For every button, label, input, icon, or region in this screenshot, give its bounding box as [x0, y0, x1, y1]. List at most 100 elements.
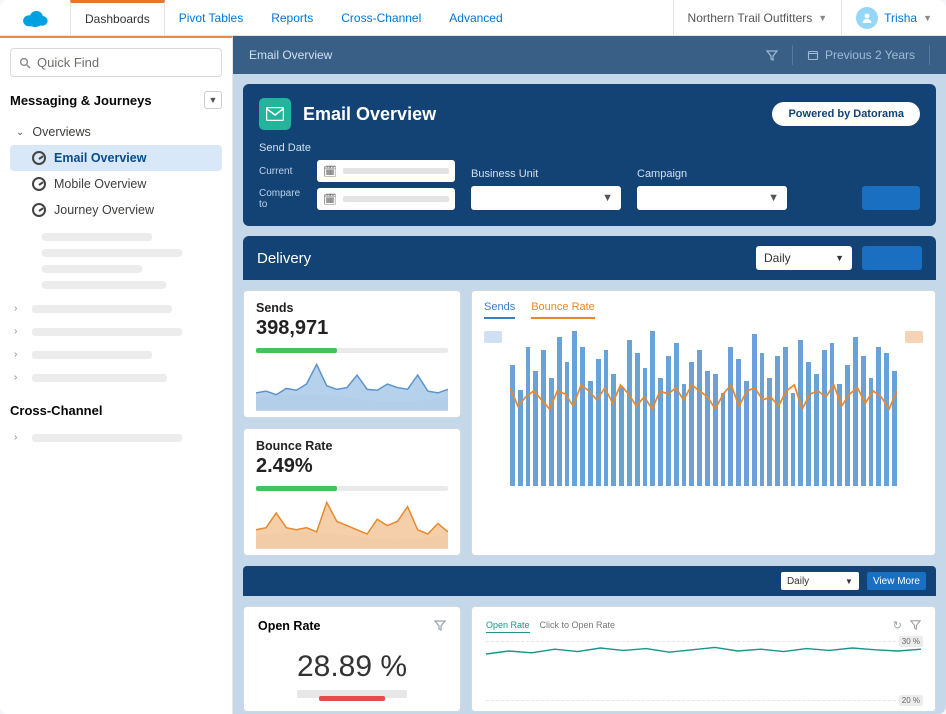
chevron-down-icon: ▼	[923, 13, 932, 23]
quick-find-input[interactable]: Quick Find	[10, 48, 222, 77]
chevron-down-icon: ▼	[845, 577, 853, 586]
card-value: 2.49%	[256, 455, 448, 478]
sidebar: Quick Find Messaging & Journeys ▼ ⌄ Over…	[0, 36, 233, 714]
sidebar-item-placeholder[interactable]: ›	[10, 366, 222, 389]
bar	[728, 347, 733, 487]
apply-filters-button[interactable]	[862, 186, 920, 210]
campaign-select[interactable]: ▼	[637, 186, 787, 210]
date-range-picker[interactable]: Previous 2 Years	[807, 48, 915, 62]
bar	[557, 337, 562, 486]
axis-label-bottom: 20 %	[899, 695, 923, 706]
bar	[713, 374, 718, 486]
sidebar-item-placeholder[interactable]: ›	[10, 297, 222, 320]
bar	[775, 356, 780, 486]
breadcrumb-bar: Email Overview Previous 2 Years	[233, 36, 946, 74]
filter-button[interactable]	[766, 49, 778, 61]
bar	[837, 384, 842, 486]
chevron-down-icon: ▼	[835, 253, 844, 263]
filter-label-business-unit: Business Unit	[471, 168, 621, 180]
filter-icon[interactable]	[910, 619, 921, 633]
tab-dashboards[interactable]: Dashboards	[70, 0, 165, 35]
divider	[792, 45, 793, 65]
axis-label-top: 30 %	[899, 636, 923, 647]
calendar-icon	[807, 49, 819, 61]
card-value: 398,971	[256, 317, 448, 340]
filter-icon[interactable]	[434, 619, 446, 634]
legend-open-rate: Open Rate	[486, 620, 530, 633]
delivery-chart-card: Sends Bounce Rate	[471, 290, 936, 556]
filter-sublabel-compare: Compare to	[259, 188, 311, 210]
bar	[689, 362, 694, 486]
tab-reports[interactable]: Reports	[257, 0, 327, 35]
sidebar-item-placeholder[interactable]: ›	[10, 320, 222, 343]
main-panel: Email Overview Previous 2 Years	[233, 36, 946, 714]
bar	[604, 350, 609, 486]
sidebar-item-placeholder[interactable]: ›	[10, 343, 222, 366]
section-menu-button[interactable]: ▼	[204, 91, 222, 109]
tab-advanced[interactable]: Advanced	[435, 0, 516, 35]
send-date-compare-input[interactable]: 🗓	[317, 188, 455, 210]
gauge-icon	[32, 203, 46, 217]
bar	[526, 347, 531, 487]
delivery-action-button[interactable]	[862, 246, 922, 270]
refresh-icon[interactable]: ↻	[893, 619, 902, 633]
chevron-down-icon: ⌄	[16, 127, 24, 138]
progress-bar	[256, 348, 448, 353]
bar	[822, 350, 827, 486]
sidebar-item-email-overview[interactable]: Email Overview	[10, 145, 222, 171]
send-date-current-input[interactable]: 🗓	[317, 160, 455, 182]
axis-badge-bounce	[905, 331, 923, 343]
bar	[682, 384, 687, 486]
bar	[767, 378, 772, 487]
bar	[565, 362, 570, 486]
content-scroll[interactable]: Email Overview Powered by Datorama Send …	[233, 74, 946, 714]
bar	[674, 343, 679, 486]
user-name: Trisha	[884, 11, 917, 25]
legend-sends: Sends	[484, 301, 515, 319]
delivery-legend: Sends Bounce Rate	[484, 301, 923, 319]
gauge-icon	[32, 151, 46, 165]
bar	[791, 393, 796, 486]
tab-pivot-tables[interactable]: Pivot Tables	[165, 0, 257, 35]
open-section-header: Daily ▼ View More	[243, 566, 936, 596]
bar	[596, 359, 601, 486]
sidebar-item-label: Overviews	[32, 125, 90, 139]
bar	[806, 362, 811, 486]
org-name: Northern Trail Outfitters	[688, 11, 813, 25]
sidebar-item-placeholder[interactable]: ›	[10, 426, 222, 449]
org-picker[interactable]: Northern Trail Outfitters ▼	[673, 0, 842, 35]
bar	[510, 365, 515, 486]
quick-find-placeholder: Quick Find	[37, 55, 99, 70]
sidebar-item-mobile-overview[interactable]: Mobile Overview	[10, 171, 222, 197]
open-rate-value: 28.89 %	[297, 650, 407, 684]
calendar-icon: 🗓	[323, 193, 337, 206]
bounce-sparkline	[256, 497, 448, 549]
sidebar-item-overviews[interactable]: ⌄ Overviews	[10, 119, 222, 145]
sends-card: Sends 398,971	[243, 290, 461, 418]
delivery-interval-select[interactable]: Daily ▼	[756, 246, 852, 270]
open-interval-select[interactable]: Daily ▼	[781, 572, 859, 590]
skeleton-line	[42, 233, 152, 241]
divider	[929, 45, 930, 65]
filter-sublabel-current: Current	[259, 166, 311, 177]
email-icon	[259, 98, 291, 130]
business-unit-select[interactable]: ▼	[471, 186, 621, 210]
sidebar-item-journey-overview[interactable]: Journey Overview	[10, 197, 222, 223]
sidebar-item-label: Mobile Overview	[54, 177, 146, 191]
chevron-down-icon: ▼	[768, 192, 779, 204]
hero-filters: Send Date Current 🗓 Compare to 🗓 B	[259, 142, 920, 210]
open-trend-legend: Open Rate Click to Open Rate	[486, 620, 615, 633]
search-icon	[19, 57, 31, 69]
delivery-chart	[484, 331, 923, 486]
bar	[697, 350, 702, 486]
user-menu[interactable]: Trisha ▼	[841, 0, 946, 35]
gauge-icon	[32, 177, 46, 191]
open-line-svg	[486, 642, 921, 702]
tab-cross-channel[interactable]: Cross-Channel	[327, 0, 435, 35]
bar	[892, 371, 897, 486]
view-more-button[interactable]: View More	[867, 572, 926, 590]
bar	[541, 350, 546, 486]
filter-label-send-date: Send Date	[259, 142, 455, 154]
hero-title-text: Email Overview	[303, 104, 436, 125]
bar	[736, 359, 741, 486]
